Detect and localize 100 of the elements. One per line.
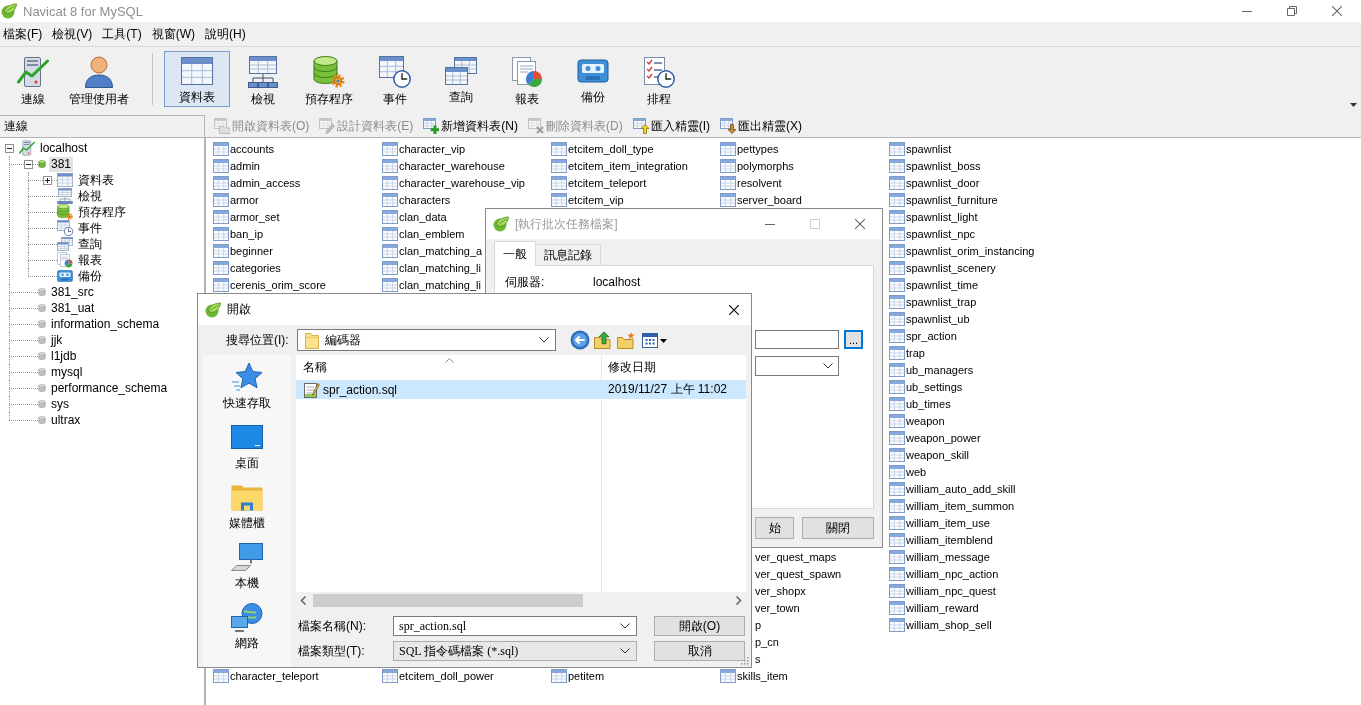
toolbar-button[interactable]: 查詢	[428, 51, 494, 107]
table-list-item[interactable]: etcitem_doll_type	[551, 140, 654, 157]
table-list-item[interactable]: etcitem_vip	[551, 191, 624, 208]
toolbar-button[interactable]: 事件	[362, 51, 428, 107]
table-list-item[interactable]: spawnlist_boss	[889, 157, 981, 174]
table-list-item[interactable]: trap	[889, 344, 925, 361]
tree-item[interactable]: localhost	[38, 140, 90, 156]
tree-item[interactable]: sys	[49, 396, 71, 412]
table-list-item[interactable]: etcitem_item_integration	[551, 157, 688, 174]
table-list-item[interactable]: spawnlist_door	[889, 174, 980, 191]
tab[interactable]: 一般	[494, 241, 536, 266]
tree-item[interactable]: 381	[49, 156, 74, 172]
table-list-item[interactable]: armor	[213, 191, 259, 208]
table-list-item[interactable]: weapon_skill	[889, 446, 969, 463]
table-list-item[interactable]: petitem	[551, 667, 605, 684]
file-row[interactable]: spr_action.sql 2019/11/27 上午 11:02	[296, 380, 746, 399]
table-list-item[interactable]: ub_settings	[889, 378, 963, 395]
table-list-item[interactable]: characters	[382, 191, 451, 208]
table-list-item[interactable]: cerenis_orim_score	[213, 276, 326, 293]
table-list-item[interactable]: clan_matching_li	[382, 276, 481, 293]
toolbar-button[interactable]: 資料表	[164, 51, 230, 107]
table-list-item[interactable]: ver_town	[755, 599, 800, 616]
tree-item[interactable]: 查詢	[76, 236, 104, 252]
tree-item[interactable]: ultrax	[49, 412, 83, 428]
table-list-item[interactable]: ub_managers	[889, 361, 974, 378]
table-list-item[interactable]: spawnlist_ub	[889, 310, 970, 327]
table-list-item[interactable]: spawnlist_time	[889, 276, 979, 293]
table-list-item[interactable]: p_cn	[755, 633, 779, 650]
table-list-item[interactable]: weapon_power	[889, 429, 981, 446]
menu-item[interactable]: 檢視(V)	[49, 25, 97, 43]
table-list-item[interactable]: william_itemblend	[889, 531, 993, 548]
table-list-item[interactable]: server_board	[720, 191, 802, 208]
table-list-item[interactable]: spawnlist_light	[889, 208, 978, 225]
tree-item[interactable]: 預存程序	[76, 204, 128, 220]
menu-item[interactable]: 視窗(W)	[148, 25, 199, 43]
place-item[interactable]: 桌面	[203, 415, 291, 475]
tree-item[interactable]: l1jdb	[49, 348, 79, 364]
table-list-item[interactable]: etcitem_teleport	[551, 174, 647, 191]
tree-item[interactable]: 381_src	[49, 284, 96, 300]
folder-up-arrow-icon[interactable]	[594, 331, 612, 349]
table-list-item[interactable]: pettypes	[720, 140, 779, 157]
menu-item[interactable]: 工具(T)	[99, 25, 146, 43]
table-list-item[interactable]: spawnlist_trap	[889, 293, 977, 310]
back-icon[interactable]	[570, 330, 590, 350]
table-list-item[interactable]: character_warehouse_vip	[382, 174, 525, 191]
table-list-item[interactable]: accounts	[213, 140, 275, 157]
table-list-item[interactable]: skills_item	[720, 667, 788, 684]
table-list-item[interactable]: william_reward	[889, 599, 979, 616]
browse-button[interactable]: ...	[844, 330, 863, 349]
table-list-item[interactable]: beginner	[213, 242, 273, 259]
collapse-icon[interactable]	[4, 143, 14, 153]
table-list-item[interactable]: clan_data	[382, 208, 447, 225]
table-list-item[interactable]: ver_quest_spawn	[755, 565, 842, 582]
table-list-item[interactable]: categories	[213, 259, 281, 276]
column-header[interactable]: 修改日期	[601, 355, 746, 380]
table-list-item[interactable]: william_npc_quest	[889, 582, 996, 599]
table-list-item[interactable]: ub_times	[889, 395, 951, 412]
table-list-item[interactable]: spawnlist_npc	[889, 225, 976, 242]
table-list-item[interactable]: clan_matching_li	[382, 259, 481, 276]
table-list-item[interactable]: etcitem_doll_power	[382, 667, 494, 684]
toolbar-button[interactable]: 管理使用者	[66, 51, 132, 107]
table-list-item[interactable]: resolvent	[720, 174, 782, 191]
toolbar-button[interactable]: 匯入精靈(I)	[631, 116, 713, 136]
dropdown-field[interactable]	[755, 356, 839, 376]
menu-item[interactable]: 說明(H)	[202, 25, 250, 43]
tree-item[interactable]: 備份	[76, 268, 104, 284]
tree-item[interactable]: 報表	[76, 252, 104, 268]
dialog-button[interactable]: 關閉	[802, 517, 874, 539]
dialog-button[interactable]: 取消	[654, 641, 745, 661]
table-list-item[interactable]: spawnlist	[889, 140, 952, 157]
table-list-item[interactable]: character_warehouse	[382, 157, 505, 174]
table-list-item[interactable]: william_item_use	[889, 514, 990, 531]
place-item[interactable]: 快速存取	[203, 355, 291, 415]
tab[interactable]: 訊息記錄	[535, 244, 601, 265]
grid-dropdown-icon[interactable]	[642, 331, 667, 349]
table-list-item[interactable]: ver_quest_maps	[755, 548, 837, 565]
table-list-item[interactable]: clan_emblem	[382, 225, 465, 242]
table-list-item[interactable]: character_teleport	[213, 667, 319, 684]
table-list-item[interactable]: clan_matching_a	[382, 242, 483, 259]
tree-item[interactable]: 檢視	[76, 188, 104, 204]
toolbar-button[interactable]: 排程	[626, 51, 692, 107]
table-list-item[interactable]: p	[755, 616, 762, 633]
look-in-dropdown[interactable]: 編碼器	[297, 329, 556, 351]
expand-icon[interactable]	[42, 175, 52, 185]
table-list-item[interactable]: spawnlist_orim_instancing	[889, 242, 1035, 259]
toolbar-button[interactable]: 新增資料表(N)	[422, 116, 521, 136]
input-field[interactable]	[755, 330, 839, 349]
table-list-item[interactable]: admin_access	[213, 174, 301, 191]
tree-item[interactable]: mysql	[49, 364, 85, 380]
table-list-item[interactable]: ban_ip	[213, 225, 264, 242]
toolbar-button[interactable]: 檢視	[230, 51, 296, 107]
dialog-button[interactable]: 始	[755, 517, 794, 539]
table-list-item[interactable]: spawnlist_scenery	[889, 259, 996, 276]
toolbar-button[interactable]: 報表	[494, 51, 560, 107]
tree-item[interactable]: 381_uat	[49, 300, 97, 316]
tree-item[interactable]: information_schema	[49, 316, 162, 332]
place-item[interactable]: 本機	[203, 535, 291, 595]
file-name-field[interactable]: spr_action.sql	[393, 616, 637, 636]
table-list-item[interactable]: character_vip	[382, 140, 466, 157]
tree-item[interactable]: 事件	[76, 220, 104, 236]
